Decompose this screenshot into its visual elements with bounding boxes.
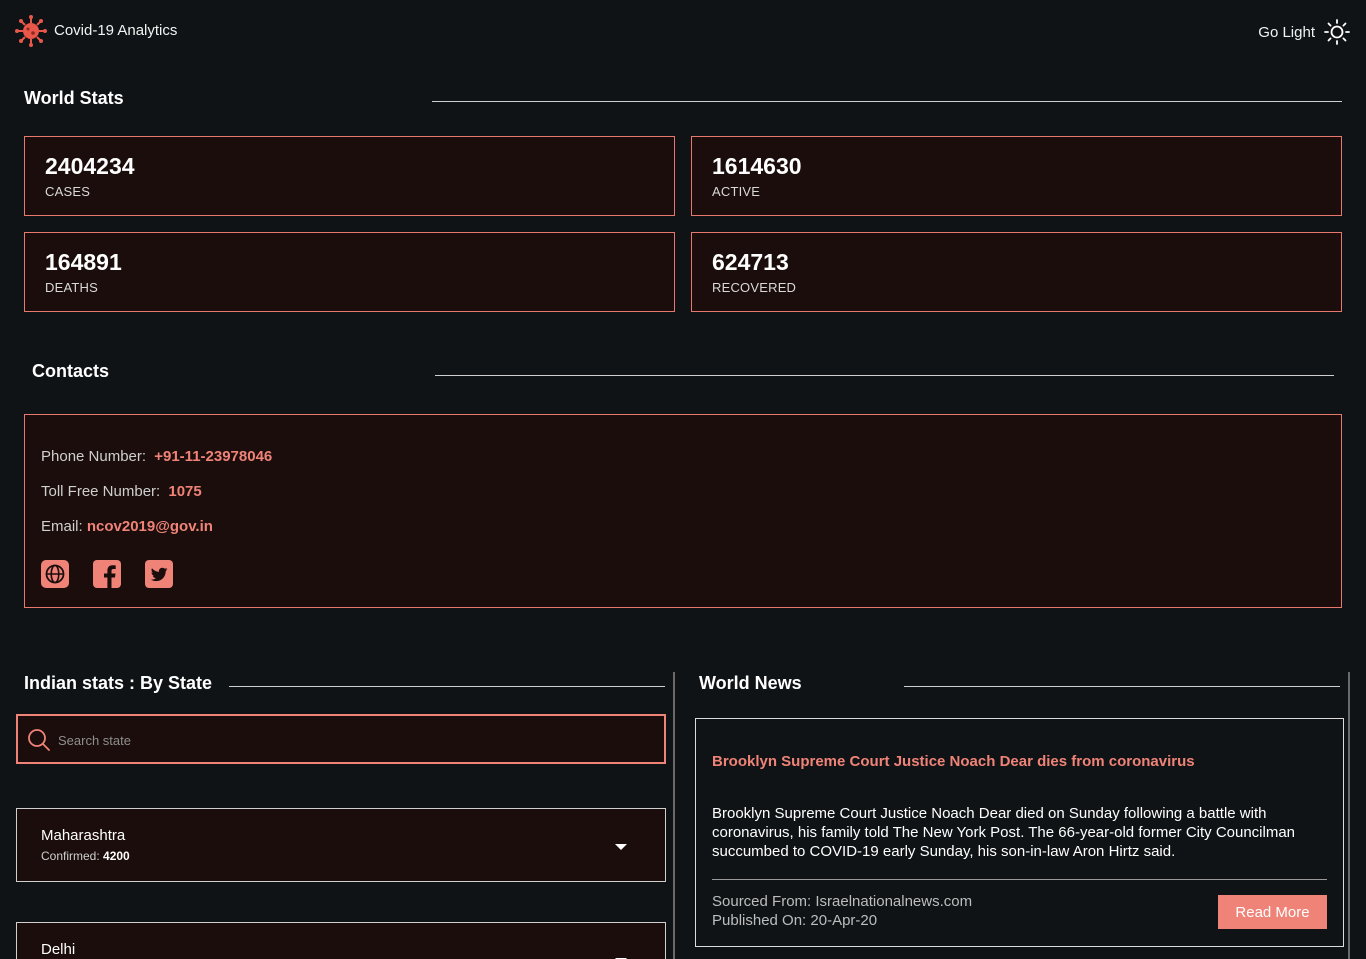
stat-label: ACTIVE	[712, 184, 761, 199]
world-stats-title: World Stats	[24, 88, 124, 108]
section-divider	[904, 686, 1340, 687]
column-divider	[1348, 672, 1350, 959]
news-source: Sourced From: Israelnationalnews.com	[712, 893, 973, 910]
stat-card-cases: 2404234 CASES	[24, 136, 675, 216]
stat-value: 2404234	[45, 153, 135, 179]
phone-row: Phone Number: +91-11-23978046	[41, 448, 272, 465]
news-body: Brooklyn Supreme Court Justice Noach Dea…	[712, 805, 1296, 860]
stat-card-recovered: 624713 RECOVERED	[691, 232, 1342, 312]
theme-toggle-button[interactable]: Go Light	[1258, 19, 1350, 45]
email-label: Email:	[41, 518, 83, 535]
tollfree-row: Toll Free Number: 1075	[41, 483, 202, 500]
news-divider	[712, 879, 1327, 880]
app-header: Covid-19 Analytics Go Light	[0, 0, 1366, 64]
state-card-maharashtra[interactable]: Maharashtra Confirmed: 4200	[16, 808, 666, 882]
twitter-icon[interactable]	[145, 560, 173, 588]
app-title: Covid-19 Analytics	[54, 22, 178, 39]
tollfree-link[interactable]: 1075	[168, 483, 201, 500]
section-divider	[432, 101, 1342, 102]
stat-card-deaths: 164891 DEATHS	[24, 232, 675, 312]
state-confirmed: Confirmed: 4200	[41, 849, 130, 863]
news-published: Published On: 20-Apr-20	[712, 912, 878, 929]
state-search-input[interactable]	[58, 728, 638, 752]
world-news-title: World News	[699, 673, 802, 693]
stat-label: RECOVERED	[712, 280, 797, 295]
globe-icon[interactable]	[41, 560, 69, 588]
tollfree-label: Toll Free Number:	[41, 483, 161, 500]
state-name: Delhi	[41, 941, 76, 958]
state-card-delhi[interactable]: Delhi	[16, 922, 666, 959]
confirmed-value: 4200	[103, 849, 130, 863]
contacts-title: Contacts	[32, 361, 110, 381]
email-row: Email: ncov2019@gov.in	[41, 518, 213, 535]
sun-icon	[1324, 19, 1350, 45]
email-link[interactable]: ncov2019@gov.in	[87, 518, 213, 535]
section-divider	[435, 375, 1334, 376]
state-search-box	[16, 714, 666, 764]
indian-stats-title: Indian stats : By State	[24, 673, 213, 693]
stat-label: DEATHS	[45, 280, 98, 295]
facebook-icon[interactable]	[93, 560, 121, 588]
phone-label: Phone Number:	[41, 448, 147, 465]
read-more-button[interactable]: Read More	[1218, 895, 1327, 929]
virus-icon	[15, 15, 47, 47]
news-headline[interactable]: Brooklyn Supreme Court Justice Noach Dea…	[712, 753, 1195, 770]
confirmed-label: Confirmed:	[41, 849, 100, 863]
column-divider	[673, 672, 675, 959]
stat-value: 624713	[712, 249, 789, 275]
contacts-panel: Phone Number: +91-11-23978046 Toll Free …	[24, 414, 1342, 608]
section-divider	[229, 686, 665, 687]
chevron-down-icon[interactable]	[615, 844, 627, 850]
phone-link[interactable]: +91-11-23978046	[154, 448, 272, 465]
stat-label: CASES	[45, 184, 91, 199]
news-card: Brooklyn Supreme Court Justice Noach Dea…	[695, 718, 1344, 947]
stat-value: 1614630	[712, 153, 802, 179]
state-name: Maharashtra	[41, 827, 126, 844]
stat-value: 164891	[45, 249, 122, 275]
stat-card-active: 1614630 ACTIVE	[691, 136, 1342, 216]
theme-toggle-label: Go Light	[1258, 23, 1315, 41]
search-icon	[28, 729, 50, 751]
